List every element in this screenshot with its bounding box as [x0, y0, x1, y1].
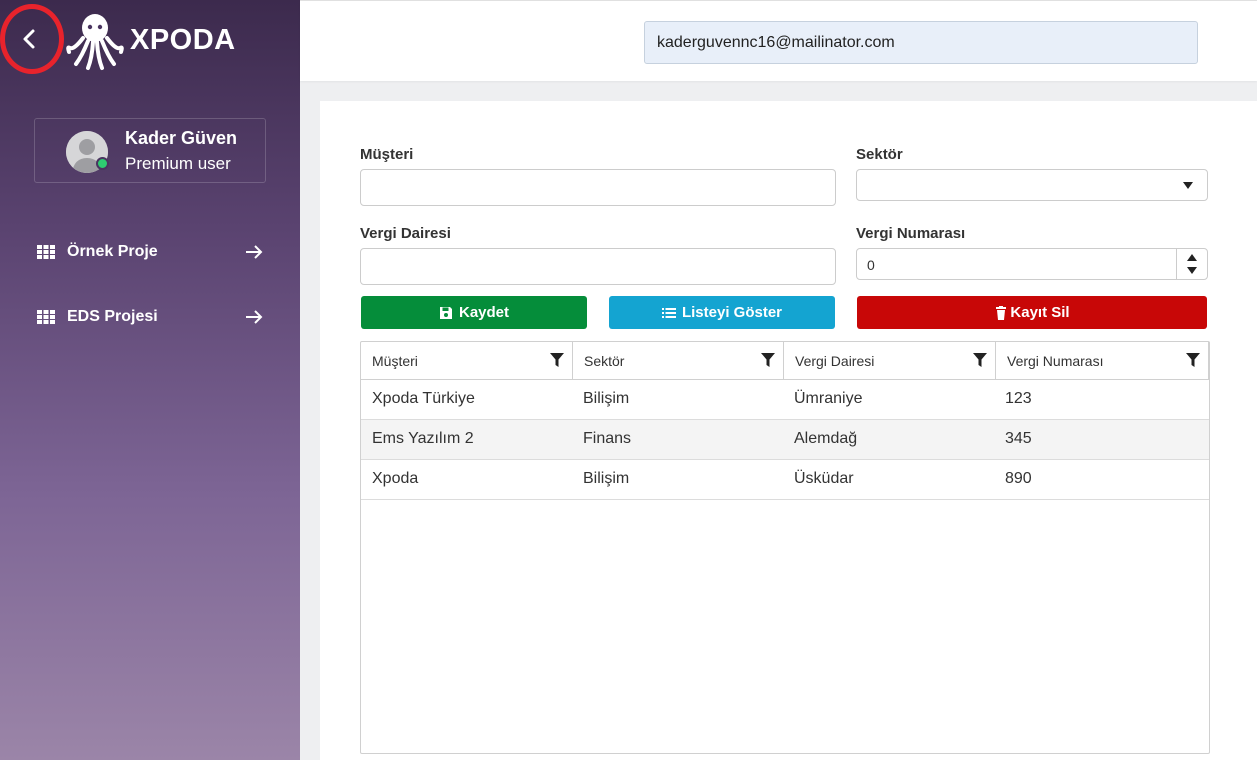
chevron-left-icon — [23, 29, 35, 49]
table-row[interactable]: Xpoda Türkiye Bilişim Ümraniye 123 — [361, 380, 1209, 420]
vergi-numarasi-value: 0 — [867, 257, 875, 273]
sidebar-collapse-button[interactable] — [0, 2, 66, 74]
form-card: Müşteri Sektör Vergi Dairesi Vergi Numar… — [320, 101, 1257, 760]
sidebar-item-label: Örnek Proje — [67, 243, 158, 260]
grid-icon — [37, 310, 55, 324]
app-logo[interactable]: XPODA — [66, 8, 236, 72]
show-list-button[interactable]: Listeyi Göster — [609, 296, 835, 329]
cell-sektor: Bilişim — [583, 390, 630, 407]
column-header-label: Vergi Dairesi — [795, 353, 875, 369]
column-header-vergi-dairesi[interactable]: Vergi Dairesi — [784, 342, 996, 380]
filter-icon[interactable] — [761, 353, 775, 368]
sidebar-item-eds-projesi[interactable]: EDS Projesi — [37, 302, 263, 332]
cell-sektor: Bilişim — [583, 470, 630, 487]
grid-header: Müşteri Sektör Vergi Dairesi Vergi Numar… — [361, 342, 1209, 380]
musteri-label: Müşteri — [360, 146, 414, 163]
cell-vergi-dairesi: Ümraniye — [794, 390, 863, 407]
musteri-input[interactable] — [360, 169, 836, 206]
show-list-button-label: Listeyi Göster — [681, 304, 783, 321]
grid-icon — [37, 245, 55, 259]
cell-vergi-numarasi: 890 — [1005, 470, 1032, 487]
number-spinner[interactable] — [1176, 249, 1207, 279]
save-button[interactable]: Kaydet — [361, 296, 587, 329]
cell-vergi-dairesi: Üsküdar — [794, 470, 854, 487]
user-profile-card[interactable]: Kader Güven Premium user — [34, 118, 266, 183]
column-header-label: Vergi Numarası — [1007, 353, 1104, 369]
cell-musteri: Xpoda Türkiye — [372, 390, 475, 407]
octopus-logo-icon — [66, 14, 124, 70]
trash-icon — [996, 305, 1007, 320]
arrow-right-icon — [246, 245, 263, 259]
filter-icon[interactable] — [550, 353, 564, 368]
spin-up-icon[interactable] — [1187, 254, 1197, 261]
vergi-dairesi-label: Vergi Dairesi — [360, 225, 451, 242]
filter-icon[interactable] — [973, 353, 987, 368]
cell-vergi-numarasi: 345 — [1005, 430, 1032, 447]
cell-musteri: Ems Yazılım 2 — [372, 430, 474, 447]
user-name: Kader Güven — [125, 128, 238, 148]
caret-down-icon — [1183, 182, 1193, 189]
arrow-right-icon — [246, 310, 263, 324]
sidebar-item-label: EDS Projesi — [67, 308, 158, 325]
user-role: Premium user — [125, 154, 231, 173]
vergi-dairesi-input[interactable] — [360, 248, 836, 285]
column-header-vergi-numarasi[interactable]: Vergi Numarası — [996, 342, 1209, 380]
floppy-disk-icon — [439, 306, 452, 319]
list-icon — [661, 307, 676, 318]
cell-sektor: Finans — [583, 430, 632, 447]
sidebar-item-ornek-proje[interactable]: Örnek Proje — [37, 237, 263, 267]
vergi-numarasi-label: Vergi Numarası — [856, 225, 966, 242]
app-name: XPODA — [130, 23, 236, 56]
data-grid: Müşteri Sektör Vergi Dairesi Vergi Numar… — [360, 341, 1210, 754]
sektor-select[interactable] — [856, 169, 1208, 201]
online-status-dot — [96, 157, 109, 170]
cell-vergi-dairesi: Alemdağ — [794, 430, 858, 447]
top-bar: kaderguvennc16@mailinator.com — [300, 0, 1257, 81]
spin-down-icon[interactable] — [1187, 267, 1197, 274]
cell-musteri: Xpoda — [372, 470, 419, 487]
column-header-musteri[interactable]: Müşteri — [361, 342, 573, 380]
save-button-label: Kaydet — [458, 304, 510, 321]
user-email-field[interactable]: kaderguvennc16@mailinator.com — [644, 21, 1198, 64]
vergi-numarasi-stepper[interactable]: 0 — [856, 248, 1208, 280]
sektor-label: Sektör — [856, 146, 903, 163]
sidebar: XPODA Kader Güven Premium user Örnek Pro… — [0, 0, 300, 760]
delete-record-button[interactable]: Kayıt Sil — [857, 296, 1207, 329]
table-row[interactable]: Xpoda Bilişim Üsküdar 890 — [361, 460, 1209, 500]
table-row[interactable]: Ems Yazılım 2 Finans Alemdağ 345 — [361, 420, 1209, 460]
column-header-label: Sektör — [584, 353, 625, 369]
filter-icon[interactable] — [1186, 353, 1200, 368]
cell-vergi-numarasi: 123 — [1005, 390, 1032, 407]
column-header-sektor[interactable]: Sektör — [573, 342, 784, 380]
delete-record-button-label: Kayıt Sil — [1010, 304, 1070, 321]
column-header-label: Müşteri — [372, 353, 418, 369]
